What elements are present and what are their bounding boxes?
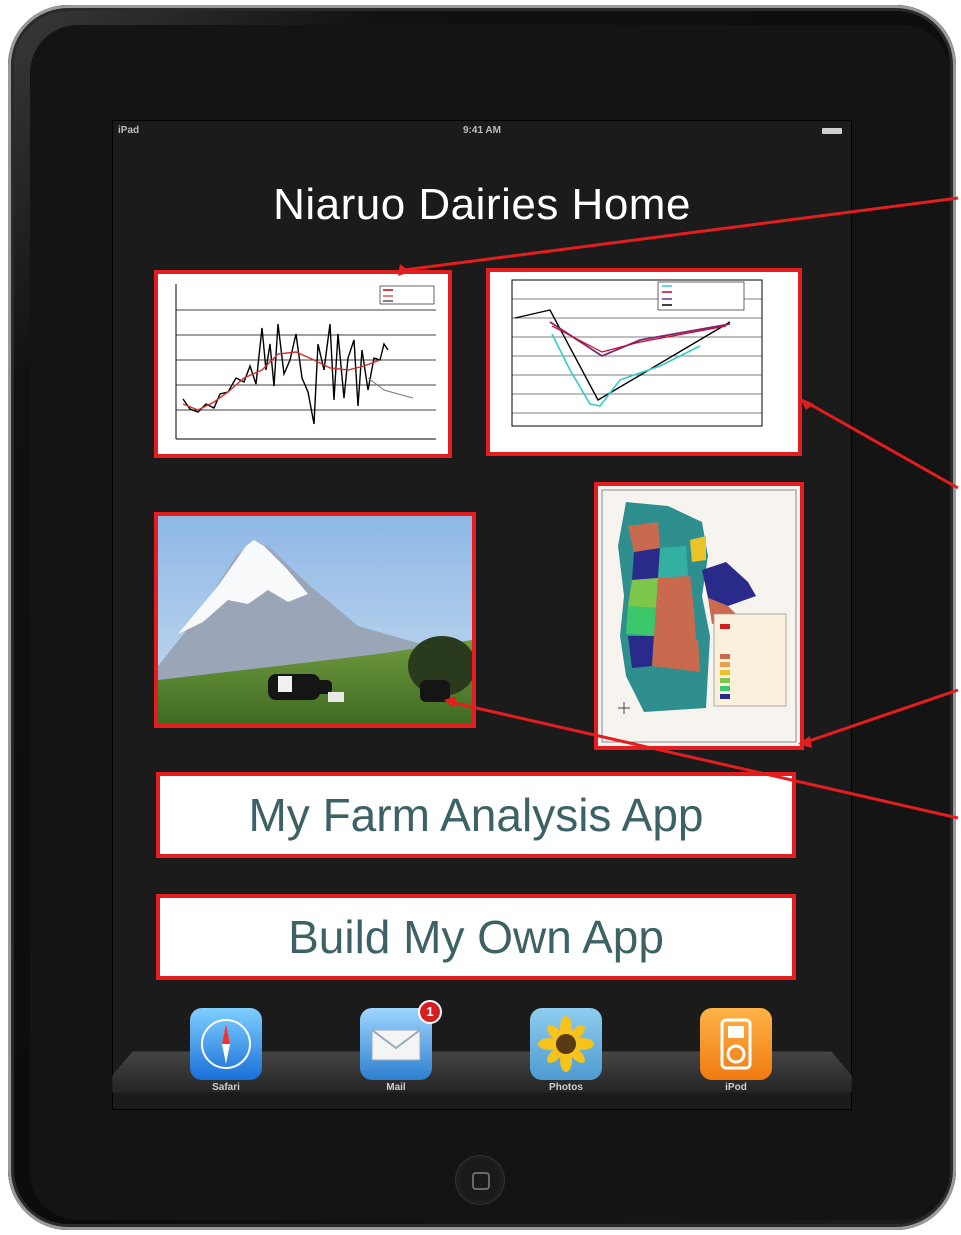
callout-line-map — [805, 688, 959, 744]
callout-arrows — [398, 196, 959, 820]
callout-line-photo — [449, 700, 959, 820]
arrowhead-chart-2 — [800, 398, 814, 410]
arrowhead-photo — [444, 696, 456, 708]
callout-line-chart-2 — [805, 400, 959, 490]
callout-line-chart-1 — [403, 196, 959, 272]
arrowhead-map — [798, 736, 812, 748]
